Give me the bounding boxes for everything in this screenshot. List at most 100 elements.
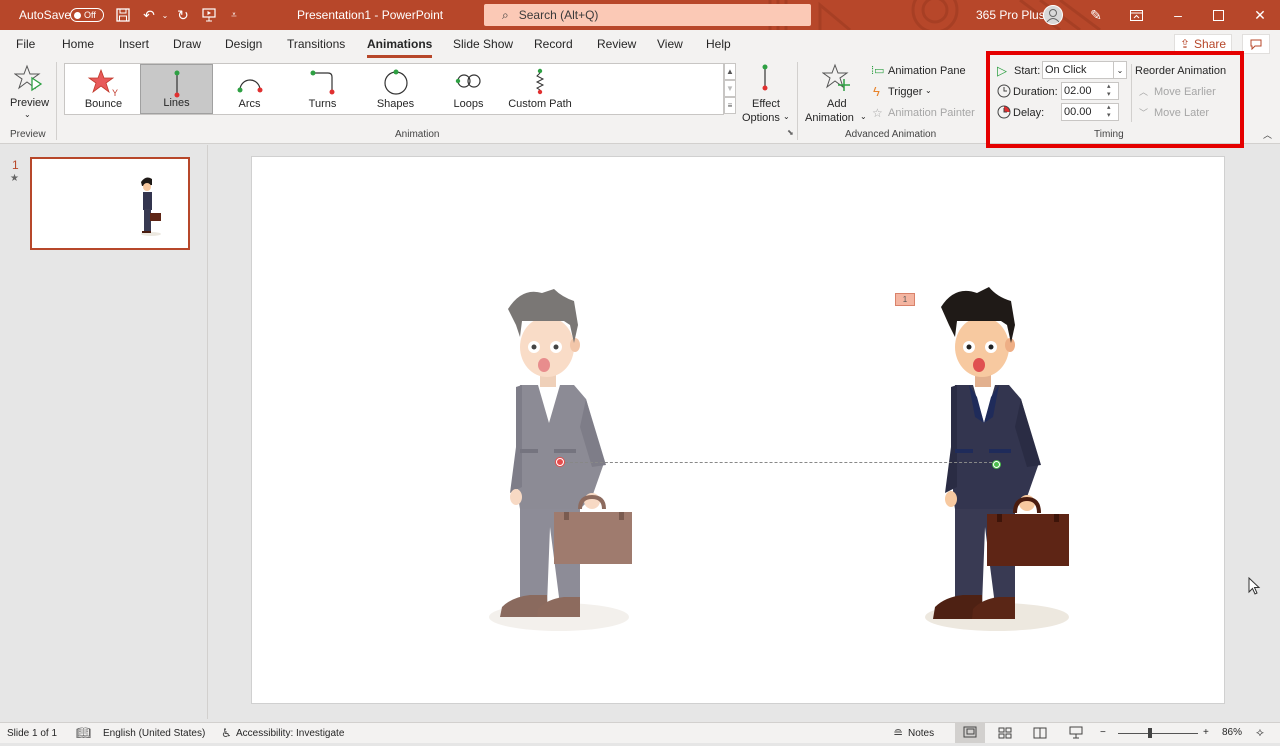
maximize-icon[interactable]	[1209, 6, 1227, 24]
animation-dialog-launcher-icon[interactable]: ⬊	[787, 128, 794, 137]
tab-view[interactable]: View	[657, 37, 683, 51]
save-icon[interactable]	[114, 6, 132, 24]
gallery-item-turns[interactable]: Turns	[286, 64, 359, 114]
gallery-item-shapes[interactable]: Shapes	[359, 64, 432, 114]
undo-dropdown-icon[interactable]: ⌄	[156, 6, 174, 24]
separator	[56, 62, 57, 140]
effect-options-icon	[762, 64, 768, 91]
normal-view-button[interactable]	[955, 722, 985, 743]
title-bar: AutoSave Off ↶ ⌄ ↻ ⩡ Presentation1 - Pow…	[0, 0, 1280, 30]
motion-path-end-point[interactable]	[993, 461, 1000, 468]
advanced-animation-group-label: Advanced Animation	[845, 129, 937, 140]
preview-button[interactable]: Preview ⌄	[8, 62, 50, 122]
gallery-item-loops[interactable]: Loops	[432, 64, 505, 114]
fit-slide-to-window-icon[interactable]: ⟡	[1256, 725, 1264, 740]
zoom-level[interactable]: 86%	[1222, 727, 1242, 738]
minimize-icon[interactable]: –	[1169, 6, 1187, 24]
trigger-dropdown-icon: ⌄	[925, 86, 932, 95]
accessibility-status[interactable]: Accessibility: Investigate	[236, 728, 344, 739]
separator	[797, 62, 798, 140]
comments-button[interactable]	[1242, 34, 1270, 54]
mouse-cursor-icon	[1248, 577, 1261, 595]
tab-draw[interactable]: Draw	[173, 37, 201, 51]
gallery-item-label: Custom Path	[508, 98, 572, 110]
avatar[interactable]	[1043, 5, 1063, 25]
tab-record[interactable]: Record	[534, 37, 573, 51]
effect-options-label-2: Options	[742, 112, 780, 124]
gallery-item-custom-path[interactable]: Custom Path	[505, 64, 575, 114]
comment-icon	[1250, 39, 1262, 50]
gallery-item-lines[interactable]: Lines	[140, 64, 213, 114]
collapse-ribbon-icon[interactable]: ︿	[1263, 128, 1272, 141]
zoom-slider-handle[interactable]	[1148, 728, 1152, 738]
zoom-in-button[interactable]: +	[1203, 727, 1209, 738]
slide-canvas[interactable]	[251, 156, 1225, 704]
gallery-item-bounce[interactable]: Y Bounce	[67, 64, 140, 114]
ribbon-display-options-icon[interactable]	[1127, 6, 1145, 24]
tab-animations[interactable]: Animations	[367, 37, 433, 58]
tab-review[interactable]: Review	[597, 37, 636, 51]
zoom-out-button[interactable]: −	[1100, 727, 1106, 738]
animation-pane-icon: ⁞▭	[871, 65, 885, 77]
tab-file[interactable]: File	[16, 37, 35, 51]
slide-thumbnail[interactable]	[30, 157, 190, 250]
effect-options-button[interactable]: Effect Options ⌄	[740, 62, 790, 124]
slide-sorter-view-icon[interactable]	[998, 727, 1012, 739]
thumbnail-character-image	[141, 177, 161, 236]
tab-insert[interactable]: Insert	[119, 37, 149, 51]
tab-home[interactable]: Home	[62, 37, 94, 51]
notes-icon[interactable]: ≘	[893, 726, 903, 740]
timing-group-highlight	[986, 51, 1244, 148]
add-animation-button[interactable]: Add Animation ⌄	[805, 62, 867, 124]
trigger-label: Trigger	[888, 86, 923, 98]
gallery-scroll-up[interactable]: ▲	[724, 63, 736, 80]
tab-transitions[interactable]: Transitions	[287, 37, 345, 51]
search-input[interactable]: ⌕ Search (Alt+Q)	[484, 4, 811, 26]
accessibility-icon[interactable]: ♿︎	[221, 726, 232, 740]
preview-label: Preview	[10, 97, 50, 109]
spelling-check-icon[interactable]: 📖︎	[76, 726, 91, 740]
custom-path-icon	[535, 68, 545, 95]
present-from-start-icon[interactable]	[200, 6, 218, 24]
gallery-item-label: Loops	[453, 98, 484, 110]
arcs-path-icon	[237, 79, 262, 93]
gallery-item-label: Bounce	[84, 98, 123, 110]
animation-painter-button[interactable]: ☆ Animation Painter	[871, 106, 981, 122]
redo-icon[interactable]: ↻	[174, 6, 192, 24]
account-name[interactable]: 365 Pro Plus	[976, 8, 1045, 22]
autosave-toggle[interactable]: Off	[70, 8, 104, 22]
animation-star-icon: ★	[10, 173, 19, 184]
add-animation-star-icon	[822, 63, 850, 91]
customize-toolbar-icon[interactable]: ⩡	[225, 6, 243, 24]
motion-path-start-point[interactable]	[556, 458, 564, 466]
gallery-item-arcs[interactable]: Arcs	[213, 64, 286, 114]
gallery-more-button[interactable]: ≡	[724, 97, 736, 114]
loops-path-icon	[455, 74, 481, 88]
preview-group-label: Preview	[10, 129, 46, 140]
slide-show-view-icon[interactable]	[1069, 726, 1083, 740]
zoom-slider-track[interactable]	[1118, 733, 1198, 734]
share-label: Share	[1194, 37, 1227, 51]
bounce-icon: Y	[87, 68, 118, 98]
turns-path-icon	[310, 70, 334, 95]
close-icon[interactable]: ✕	[1251, 6, 1269, 24]
tab-slide-show[interactable]: Slide Show	[453, 37, 513, 51]
pen-feedback-icon[interactable]: ✎	[1087, 6, 1105, 24]
trigger-lightning-icon: ϟ	[873, 84, 880, 99]
tab-help[interactable]: Help	[706, 37, 731, 51]
tab-design[interactable]: Design	[225, 37, 262, 51]
share-icon: ⇪	[1179, 37, 1191, 51]
reading-view-icon[interactable]	[1033, 727, 1047, 739]
add-animation-label-2: Animation	[805, 112, 854, 124]
animation-group-label: Animation	[395, 129, 440, 140]
shapes-path-icon	[383, 69, 408, 95]
animation-pane-button[interactable]: ⁞▭ Animation Pane	[871, 64, 971, 80]
notes-button[interactable]: Notes	[908, 728, 934, 739]
animation-pane-label: Animation Pane	[888, 65, 966, 77]
trigger-button[interactable]: ϟ Trigger ⌄	[871, 84, 941, 101]
animation-order-tag[interactable]: 1	[895, 293, 915, 306]
add-animation-label-1: Add	[827, 98, 847, 110]
language-indicator[interactable]: English (United States)	[103, 728, 205, 739]
motion-path-line[interactable]	[560, 462, 997, 463]
gallery-scroll-down[interactable]: ▼	[724, 80, 736, 97]
